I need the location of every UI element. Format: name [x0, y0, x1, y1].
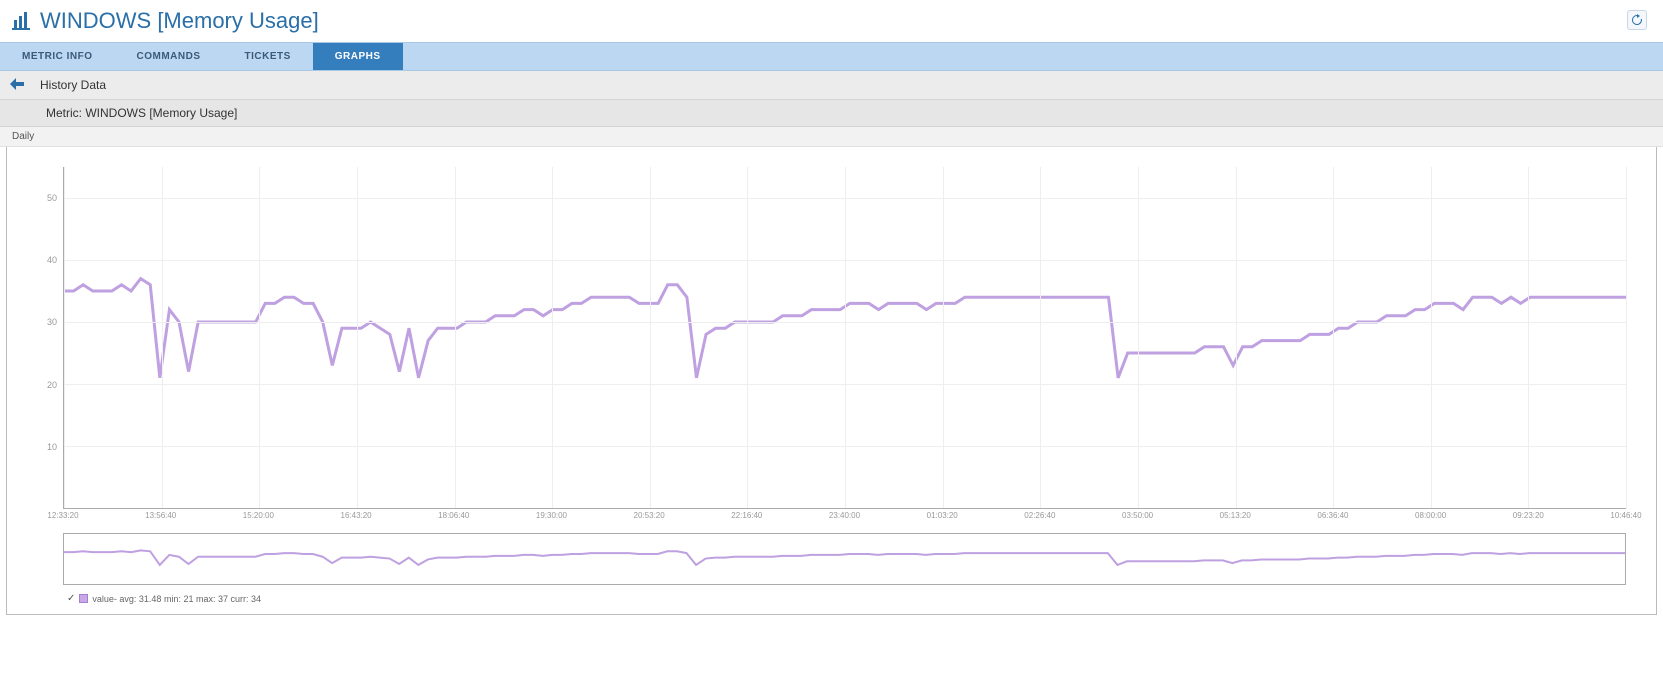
x-tick-label: 12:33:20	[47, 511, 78, 520]
history-bar: History Data	[0, 71, 1663, 100]
x-tick-label: 22:16:40	[731, 511, 762, 520]
page-title: WINDOWS [Memory Usage]	[40, 8, 319, 34]
overview-chart[interactable]	[63, 533, 1626, 585]
period-bar: Daily	[0, 127, 1663, 147]
metric-title: Metric: WINDOWS [Memory Usage]	[46, 106, 237, 120]
x-tick-label: 10:46:40	[1610, 511, 1641, 520]
x-tick-label: 13:56:40	[145, 511, 176, 520]
x-tick-label: 18:06:40	[438, 511, 469, 520]
page-header: WINDOWS [Memory Usage]	[0, 0, 1663, 42]
tab-graphs[interactable]: GRAPHS	[313, 43, 403, 70]
period-label: Daily	[12, 131, 34, 142]
chart-legend: ✓ value- avg: 31.48 min: 21 max: 37 curr…	[67, 593, 1626, 604]
tab-tickets[interactable]: TICKETS	[223, 43, 313, 70]
plot-area[interactable]	[63, 167, 1626, 509]
x-tick-label: 20:53:20	[634, 511, 665, 520]
chart-container: 10 20 30 40 50 12:33:20 13:56:40 15:20:00 16:43…	[6, 147, 1657, 615]
history-label: History Data	[40, 78, 106, 92]
legend-swatch	[79, 594, 88, 603]
bar-chart-icon	[12, 10, 32, 33]
y-tick-label: 20	[47, 380, 57, 390]
x-tick-label: 16:43:20	[340, 511, 371, 520]
x-tick-label: 03:50:00	[1122, 511, 1153, 520]
refresh-button[interactable]	[1627, 10, 1647, 30]
y-axis: 10 20 30 40 50	[37, 167, 61, 509]
y-tick-label: 40	[47, 255, 57, 265]
x-tick-label: 09:23:20	[1513, 511, 1544, 520]
x-tick-label: 05:13:20	[1220, 511, 1251, 520]
main-chart: 1020304050 12:33:2013:56:4015:20:0016:43…	[63, 167, 1626, 527]
x-tick-label: 15:20:00	[243, 511, 274, 520]
y-tick-label: 50	[47, 193, 57, 203]
x-tick-label: 19:30:00	[536, 511, 567, 520]
x-tick-label: 02:26:40	[1024, 511, 1055, 520]
metric-title-bar: Metric: WINDOWS [Memory Usage]	[0, 100, 1663, 127]
y-tick-label: 30	[47, 317, 57, 327]
legend-text: value- avg: 31.48 min: 21 max: 37 curr: …	[92, 594, 261, 604]
back-arrow-icon[interactable]	[10, 77, 24, 93]
x-tick-label: 01:03:20	[927, 511, 958, 520]
overview-series-line	[64, 550, 1625, 565]
legend-check-icon: ✓	[67, 593, 75, 604]
tab-commands[interactable]: COMMANDS	[115, 43, 223, 70]
x-tick-label: 06:36:40	[1317, 511, 1348, 520]
x-tick-label: 23:40:00	[829, 511, 860, 520]
y-tick-label: 10	[47, 442, 57, 452]
x-tick-label: 08:00:00	[1415, 511, 1446, 520]
tabs-bar: METRIC INFO COMMANDS TICKETS GRAPHS	[0, 42, 1663, 71]
x-axis: 12:33:2013:56:4015:20:0016:43:2018:06:40…	[63, 511, 1626, 527]
tab-metric-info[interactable]: METRIC INFO	[0, 43, 115, 70]
